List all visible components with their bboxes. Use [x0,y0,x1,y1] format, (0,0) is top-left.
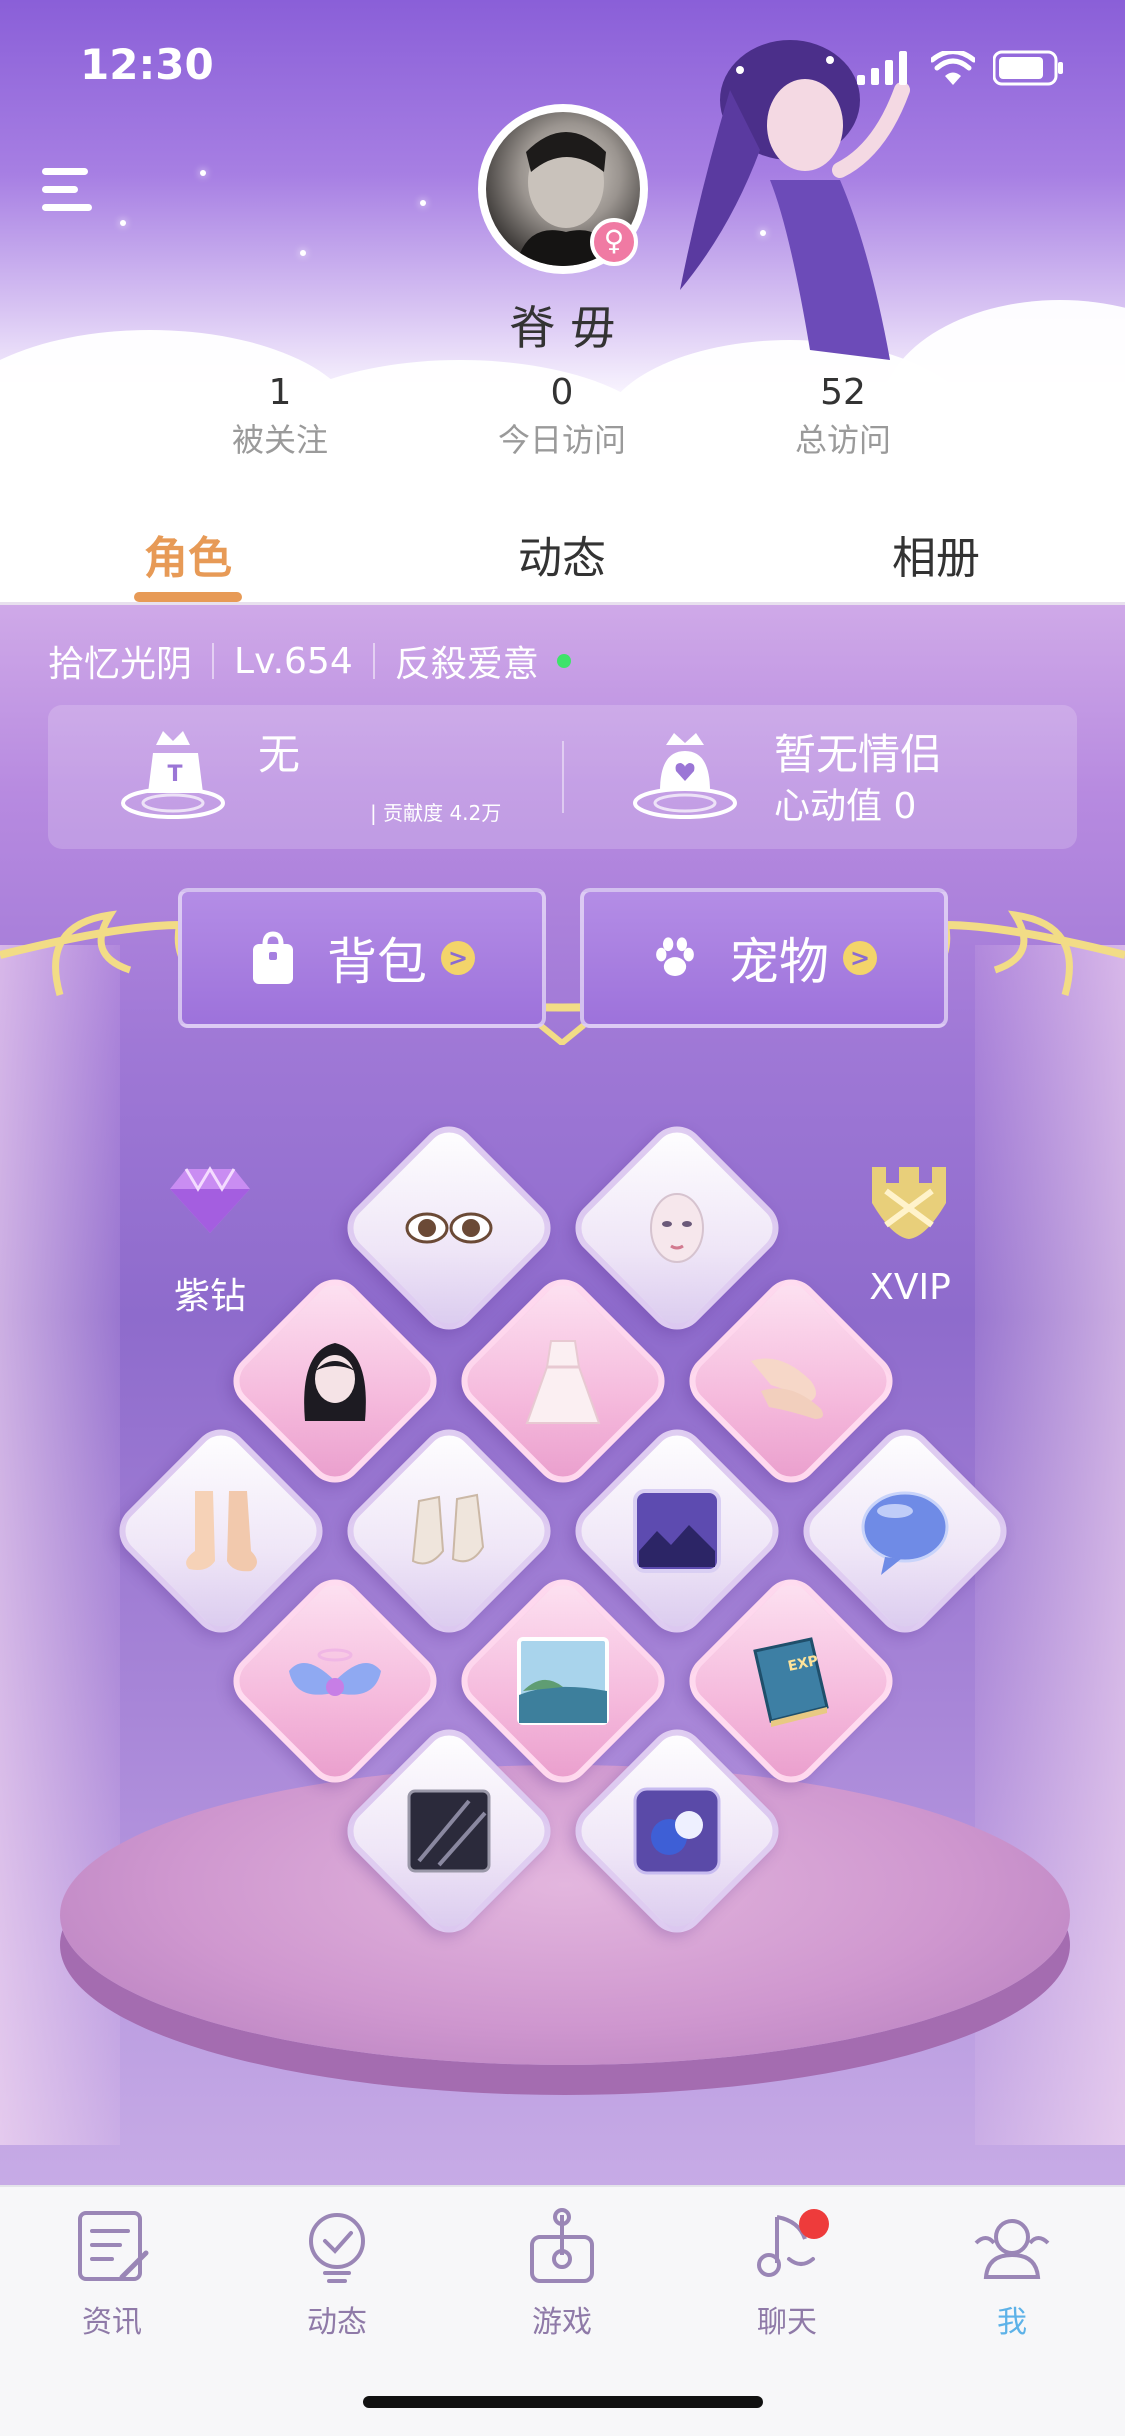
username: 脊 毋 [509,301,616,355]
panel-divider [562,741,564,813]
chat-bubble-item-icon [861,1491,949,1575]
crown-rank-icon[interactable]: T [118,723,228,823]
nav-label: 游戏 [532,2305,592,2340]
eyes-item-icon [405,1212,493,1244]
sparkle-decoration [200,170,206,176]
signal-icon [857,51,907,85]
pet-button[interactable]: 宠物 > [580,888,948,1028]
couple-status: 暂无情侣 [774,730,943,779]
xvip-badge-icon[interactable] [866,1163,952,1241]
stat-label: 被关注 [231,421,328,459]
home-indicator[interactable] [363,2396,763,2408]
profile-tabs: 角色 动态 相册 [0,500,1125,605]
nav-label: 资讯 [82,2305,142,2340]
paw-icon [656,937,694,976]
role-name: 拾忆光阴 [48,644,193,685]
rank-title: 无 [258,730,301,779]
app-screen: 12:30 ♀ 脊 毋 1 被关注 0 今日访问 52 总访问 角色 动态 相册… [0,0,1125,2436]
menu-line [42,204,92,211]
stat-today-visits[interactable]: 0 今日访问 [462,372,662,461]
stat-label: 今日访问 [497,421,626,459]
nav-game[interactable]: 游戏 [482,2207,642,2341]
menu-button[interactable] [42,168,102,224]
sparkle-decoration [420,200,426,206]
moments-icon [309,2213,365,2283]
nav-moments[interactable]: 动态 [257,2207,417,2341]
nav-label: 动态 [307,2305,367,2340]
wings-item-icon [289,1648,381,1696]
nav-news[interactable]: 资讯 [32,2207,192,2341]
rank-couple-panel: T 无 | 贡献度 4.2万 暂无情侣 心动值 0 [48,705,1077,849]
game-icon [530,2208,594,2283]
news-icon [78,2211,149,2281]
exp-book-item-icon: EXP [753,1637,829,1727]
status-icons [857,50,1065,86]
nav-label: 我 [997,2305,1027,2340]
shoes-item-icon [411,1493,485,1565]
background-item-icon [633,1489,721,1573]
divider [212,643,215,679]
role-level: Lv.654 [234,640,353,682]
battery-icon [993,50,1063,86]
role-panel: 拾忆光阴 Lv.654 反殺爱意 T 无 | 贡献度 4.2万 暂无情侣 心动值… [0,605,1125,2185]
wifi-icon [931,51,975,85]
status-time: 12:30 [80,40,214,89]
stage-platform [60,1765,1070,2065]
role-guild: 反殺爱意 [394,644,539,685]
divider [372,643,375,679]
hair-item-icon [304,1343,366,1421]
tab-active-indicator [134,592,242,602]
tab-album[interactable]: 相册 [786,522,1086,586]
backpack-icon [253,931,293,984]
stat-total-visits[interactable]: 52 总访问 [743,372,943,461]
chevron-right-icon: > [441,941,475,975]
outfit-item-icon [525,1340,601,1424]
stat-value: 1 [268,372,292,413]
pet-label: 宠物 [729,933,829,991]
nav-me[interactable]: 我 [932,2207,1092,2341]
purple-diamond-label: 紫钻 [173,1276,246,1317]
me-icon [974,2219,1050,2279]
hands-item-icon [751,1358,823,1419]
chevron-right-icon: > [843,941,877,975]
stat-followers[interactable]: 1 被关注 [180,372,380,461]
sparkle-decoration [120,220,126,226]
nav-chat[interactable]: 聊天 [707,2207,867,2341]
xvip-label: XVIP [869,1267,951,1308]
menu-line [42,168,88,175]
sparkle-decoration [300,250,306,256]
mirror-item-icon [407,1789,491,1873]
stat-value: 0 [550,372,574,413]
rose-item-icon [633,1787,721,1875]
tab-role[interactable]: 角色 [38,522,338,586]
role-info-row: 拾忆光阴 Lv.654 反殺爱意 [48,635,571,687]
notification-badge [799,2209,829,2239]
svg-text:T: T [167,762,182,787]
online-status-dot [556,654,571,668]
stat-label: 总访问 [794,421,891,459]
contribution-value: | 贡献度 4.2万 [370,801,502,825]
feet-item-icon [186,1491,257,1572]
backpack-button[interactable]: 背包 > [178,888,546,1028]
scene-item-icon [517,1637,609,1725]
menu-line [42,186,78,193]
heart-value: 心动值 0 [774,786,917,827]
face-item-icon [650,1193,704,1263]
gold-frame-decoration [0,910,1125,1045]
stat-value: 52 [820,372,866,413]
nav-label: 聊天 [757,2305,817,2340]
purple-diamond-icon[interactable] [164,1165,256,1237]
couple-heart-icon[interactable] [630,723,740,823]
gender-female-icon: ♀ [590,218,638,266]
tab-moments[interactable]: 动态 [412,522,712,586]
backpack-label: 背包 [327,933,427,991]
